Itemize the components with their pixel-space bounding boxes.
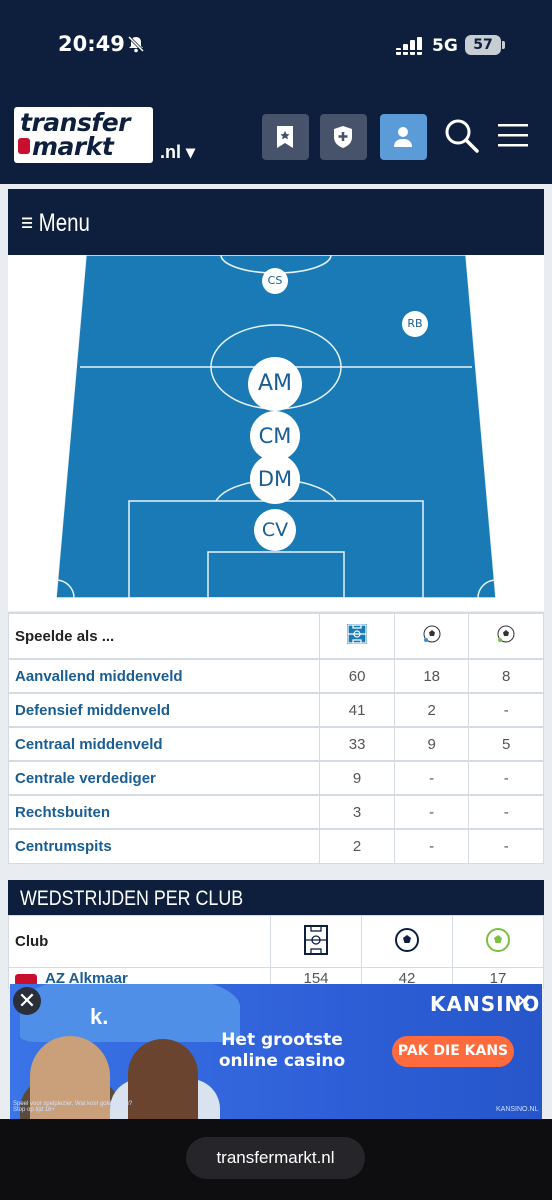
column-header-assists [452, 915, 544, 968]
menu-label[interactable]: ≡ Menu [21, 209, 90, 238]
battery-tip [502, 41, 505, 49]
position-link[interactable]: Aanvallend middenveld [7, 658, 321, 694]
ad-logo-mark: k. [90, 1004, 109, 1029]
goals-value: 2 [393, 692, 470, 728]
goals-value: - [393, 760, 470, 796]
logo-player-icon [18, 138, 30, 154]
goal-ball-icon [423, 625, 441, 643]
positions-played-table: Speelde als ... Aanvallend middenveld 60 [7, 612, 544, 864]
goal-ball-icon [395, 927, 419, 952]
umbrella-graphic [20, 984, 240, 1042]
account-button[interactable] [380, 114, 427, 160]
pitch-icon [347, 624, 368, 644]
position-pitch-panel: CS RB AM CM DM CV [8, 255, 544, 611]
column-header-club: Club [8, 915, 271, 968]
column-header-position: Speelde als ... [7, 612, 321, 660]
assists-value: - [468, 760, 544, 796]
bookmark-icon [277, 126, 293, 148]
ad-headline-line: Het grootste [221, 1030, 343, 1050]
hamburger-menu-icon[interactable] [498, 122, 530, 150]
assist-ball-icon [497, 625, 515, 643]
assists-value: - [468, 794, 544, 830]
status-bar: 20:49 5G 57 [0, 0, 552, 92]
position-link[interactable]: Defensief middenveld [7, 692, 321, 728]
goals-value: - [393, 828, 470, 864]
table-header-row: Speelde als ... [7, 612, 544, 660]
search-icon[interactable] [444, 118, 480, 154]
position-link[interactable]: Rechtsbuiten [7, 794, 321, 830]
position-marker-cv: CV [254, 509, 296, 551]
address-bar[interactable]: transfermarkt.nl [186, 1137, 365, 1179]
pitch-icon [304, 924, 328, 955]
assists-value: - [468, 692, 544, 728]
position-link[interactable]: Centrumspits [7, 828, 321, 864]
position-marker-cs: CS [262, 268, 288, 294]
column-header-goals [361, 915, 453, 968]
appearances-value: 2 [319, 828, 395, 864]
position-marker-am: AM [248, 357, 302, 411]
position-marker-dm: DM [250, 454, 300, 504]
column-header-assists [468, 612, 544, 660]
bookmark-button[interactable] [262, 114, 309, 160]
appearances-value: 3 [319, 794, 395, 830]
table-row: Centraal middenveld 33 9 5 [7, 726, 544, 762]
menu-bar[interactable]: ≡ Menu [8, 189, 544, 255]
shield-plus-icon [334, 126, 352, 148]
club-stats-table: Club AZ Alkmaar 154 42 17 [8, 915, 544, 988]
table-row: Aanvallend middenveld 60 18 8 [7, 658, 544, 694]
section-title: WEDSTRIJDEN PER CLUB [20, 887, 244, 910]
appearances-value: 33 [319, 726, 395, 762]
table-row: Rechtsbuiten 3 - - [7, 794, 544, 830]
assist-ball-icon [486, 927, 510, 952]
site-header: transfer markt .nl ▾ [0, 92, 552, 184]
ad-person-head [128, 1039, 198, 1119]
position-link[interactable]: Centraal middenveld [7, 726, 321, 762]
ad-cta-button[interactable]: PAK DIE KANS [392, 1036, 514, 1067]
goals-value: 18 [393, 658, 470, 694]
ad-headline: Het grootste online casino [212, 1030, 352, 1072]
column-header-goals [393, 612, 470, 660]
bell-muted-icon [127, 35, 145, 53]
advertisement-banner[interactable]: k. Het grootste online casino KANSINO PA… [10, 984, 542, 1119]
user-icon [394, 127, 412, 147]
ad-headline-line: online casino [218, 1051, 346, 1071]
column-header-appearances [319, 612, 395, 660]
ad-disclaimer: Speel voor spelplezier. Wat kost gokken … [13, 1101, 133, 1113]
ad-url: KANSINO.NL [496, 1106, 539, 1113]
table-row: Centrale verdediger 9 - - [7, 760, 544, 796]
battery-icon: 57 [465, 35, 501, 55]
table-row: Centrumspits 2 - - [7, 828, 544, 864]
logo-text-bottom: markt [32, 132, 114, 161]
transfermarkt-logo[interactable]: transfer markt [14, 107, 153, 163]
assists-value: 5 [468, 726, 544, 762]
goals-value: - [393, 794, 470, 830]
table-header-row: Club [8, 915, 544, 968]
assists-value: - [468, 828, 544, 864]
appearances-value: 60 [319, 658, 395, 694]
browser-bottom-bar: transfermarkt.nl [0, 1119, 552, 1200]
assists-value: 8 [468, 658, 544, 694]
table-row: Defensief middenveld 41 2 - [7, 692, 544, 728]
appearances-value: 41 [319, 692, 395, 728]
appearances-value: 9 [319, 760, 395, 796]
position-link[interactable]: Centrale verdediger [7, 760, 321, 796]
close-ad-icon[interactable]: ✕ [13, 987, 41, 1015]
ad-choices-close-icon[interactable]: ✕ [515, 989, 532, 1014]
signal-icon [396, 37, 422, 55]
country-selector[interactable]: .nl ▾ [160, 142, 195, 163]
position-marker-rb: RB [402, 311, 428, 337]
goals-value: 9 [393, 726, 470, 762]
column-header-appearances [270, 915, 362, 968]
section-header-club-stats: WEDSTRIJDEN PER CLUB [8, 880, 544, 915]
club-button[interactable] [320, 114, 367, 160]
clock: 20:49 [58, 32, 125, 56]
network-type: 5G [432, 36, 458, 56]
